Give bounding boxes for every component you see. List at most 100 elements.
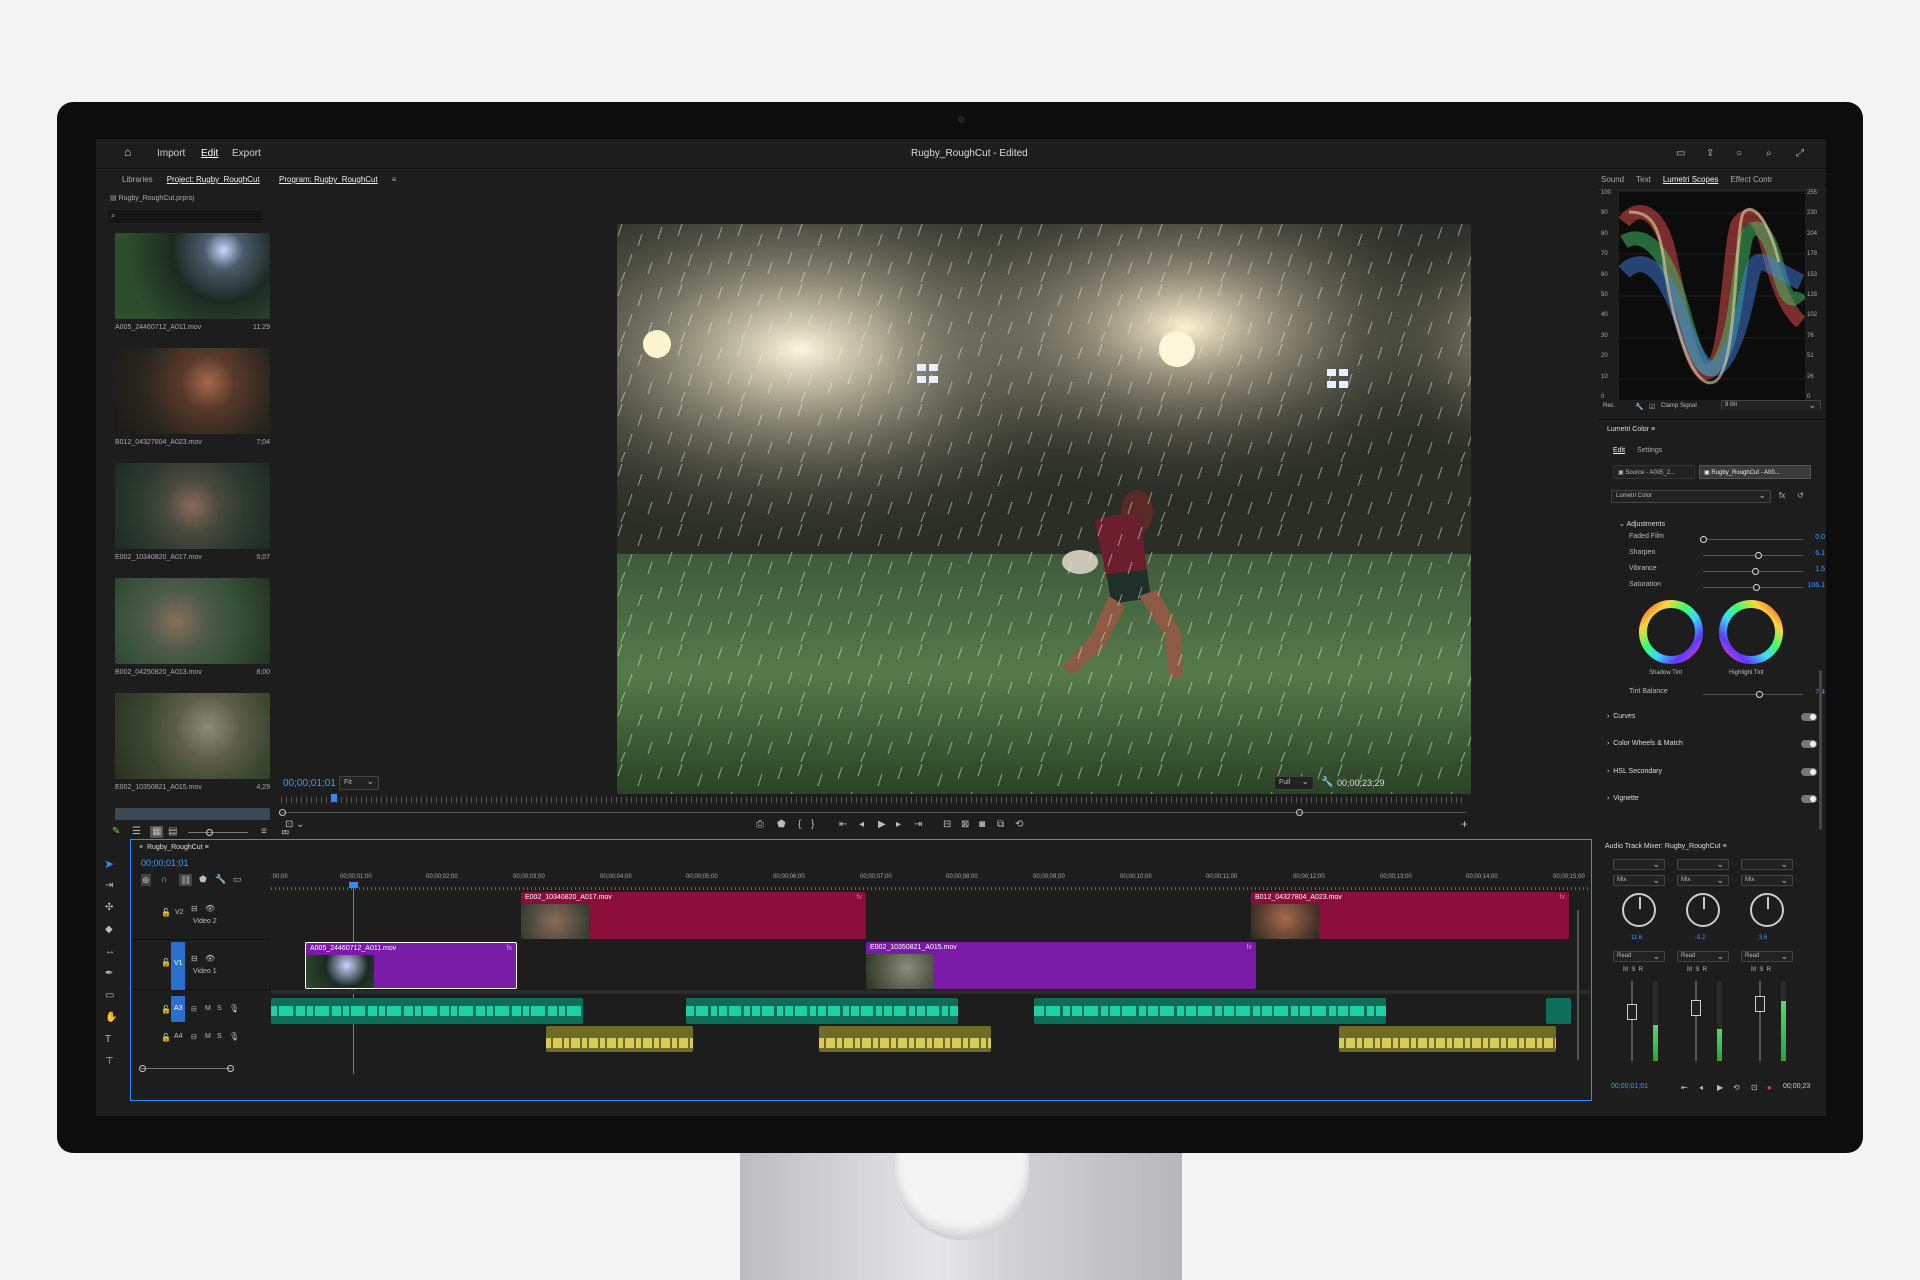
clip-item[interactable]: A005_24460712_A011.mov 11;29 xyxy=(115,324,270,331)
effect-dropdown[interactable]: Lumetri Color xyxy=(1611,490,1771,503)
settings-wrench-icon[interactable]: 🔧 xyxy=(1321,778,1333,788)
section-toggle[interactable] xyxy=(1801,768,1817,776)
clip-thumbnail[interactable] xyxy=(115,463,270,549)
mark-in-icon[interactable]: { xyxy=(798,820,801,830)
section-toggle[interactable] xyxy=(1801,713,1817,721)
share-icon[interactable]: ⇪ xyxy=(1706,149,1714,159)
pen-tool-icon[interactable]: ✒ xyxy=(105,969,113,979)
lumetri-tab-settings[interactable]: Settings xyxy=(1637,447,1662,454)
go-to-in-icon[interactable]: ⇤ xyxy=(1681,1083,1688,1093)
sync-lock-icon[interactable]: ⊟ xyxy=(191,1005,197,1015)
program-scroll[interactable] xyxy=(281,812,1466,813)
loop-icon[interactable]: ⟲ xyxy=(1015,820,1023,830)
audio-clip[interactable] xyxy=(1339,1026,1556,1052)
lock-icon[interactable]: 🔓 xyxy=(161,958,171,968)
record-icon[interactable]: ⊡ xyxy=(1751,1083,1758,1093)
eye-icon[interactable]: 👁 xyxy=(205,954,215,964)
mute-button[interactable]: M xyxy=(1751,967,1756,973)
add-marker-icon[interactable]: ⬟ xyxy=(199,874,207,884)
mic-icon[interactable]: 🎙 xyxy=(229,1004,239,1014)
section-vignette[interactable]: › Vignette xyxy=(1607,795,1817,803)
go-to-in-icon[interactable]: ⇤ xyxy=(839,820,847,830)
icon-view-icon[interactable]: ▦ xyxy=(150,826,164,838)
mix-dropdown[interactable]: Mix xyxy=(1613,875,1665,886)
tint-balance-slider[interactable]: Tint Balance7.4 xyxy=(1629,688,1825,702)
adjustments-header[interactable]: ⌄ Adjustments xyxy=(1619,520,1665,528)
mute-button[interactable]: M xyxy=(205,1005,211,1012)
lumetri-tab-edit[interactable]: Edit xyxy=(1613,447,1625,454)
quick-search-icon[interactable]: ⌕ xyxy=(1766,149,1772,159)
section-toggle[interactable] xyxy=(1801,740,1817,748)
nav-edit[interactable]: Edit xyxy=(201,148,218,159)
program-ruler[interactable] xyxy=(281,797,1466,803)
lock-icon[interactable]: 🔓 xyxy=(161,1005,171,1015)
slider-knob[interactable] xyxy=(1752,568,1759,575)
pan-knob[interactable] xyxy=(1622,893,1656,927)
track-select-icon[interactable]: ⇥ xyxy=(105,881,113,891)
msr-buttons[interactable]: M S R xyxy=(1687,967,1707,973)
audio-clip[interactable] xyxy=(546,1026,693,1052)
clip-thumbnail[interactable] xyxy=(115,578,270,664)
clip-item[interactable]: B002_04250820_A013.mov 8;00 xyxy=(115,669,270,676)
timeline-clip[interactable]: E002_10350821_A015.mov fx xyxy=(866,942,1256,989)
tab-text[interactable]: Text xyxy=(1636,175,1651,184)
volume-fader-handle[interactable] xyxy=(1627,1004,1637,1020)
mute-button[interactable]: M xyxy=(1623,967,1628,973)
marker-icon[interactable]: ⬟ xyxy=(777,820,786,830)
linked-selection-icon[interactable]: ⛓ xyxy=(179,874,193,886)
snap-icon[interactable]: ∩ xyxy=(161,874,167,884)
mute-button[interactable]: M xyxy=(1687,967,1692,973)
step-back-icon[interactable]: ◂ xyxy=(859,820,864,830)
slider-value[interactable]: 106.1 xyxy=(1807,582,1825,589)
slider-track[interactable] xyxy=(1703,555,1803,556)
tab-libraries-label[interactable]: Libraries xyxy=(104,175,153,185)
audio-clip[interactable] xyxy=(1034,998,1386,1024)
fit-dropdown[interactable]: Fit xyxy=(339,776,379,790)
program-menu-icon[interactable]: ≡ xyxy=(392,175,397,185)
solo-button[interactable]: S xyxy=(1631,967,1635,973)
timeline-ruler[interactable]: :00;00 00;00;01;00 00;00;02;00 00;00;03;00 0… xyxy=(271,874,1591,884)
clip-thumbnail[interactable] xyxy=(115,348,270,434)
record-button[interactable]: R xyxy=(1703,967,1707,973)
go-to-out-icon[interactable]: ⇥ xyxy=(914,820,922,830)
highlight-tint-wheel[interactable] xyxy=(1717,598,1785,666)
safe-margins-icon[interactable]: ⊡ ⌄ xyxy=(285,820,305,830)
audio-clip[interactable] xyxy=(819,1026,991,1052)
home-icon[interactable]: ⌂ xyxy=(124,145,131,159)
program-timecode[interactable]: 00;00;01;01 xyxy=(283,778,336,789)
zoom-start-handle[interactable] xyxy=(139,1065,146,1072)
checkbox-checked-icon[interactable]: ☑ xyxy=(1649,403,1655,410)
slider-knob[interactable] xyxy=(1756,691,1763,698)
fx-icon[interactable]: fx xyxy=(1779,491,1785,501)
audio-clip[interactable] xyxy=(1546,998,1571,1024)
pan-value[interactable]: -9.2 xyxy=(1695,935,1705,941)
adjustment-slider-row[interactable]: Saturation 106.1 xyxy=(1629,581,1825,595)
section-curves[interactable]: › Curves xyxy=(1607,713,1817,721)
nav-import[interactable]: Import xyxy=(157,148,185,159)
slider-knob[interactable] xyxy=(1753,584,1760,591)
timeline-vscroll[interactable] xyxy=(1577,910,1579,1060)
section-color-wheels[interactable]: › Color Wheels & Match xyxy=(1607,740,1817,748)
automation-dropdown[interactable]: Read xyxy=(1613,951,1665,962)
section-toggle[interactable] xyxy=(1801,795,1817,803)
lock-icon[interactable]: 🔓 xyxy=(161,1033,171,1043)
mark-out-icon[interactable]: } xyxy=(811,820,814,830)
razor-icon[interactable]: ◆ xyxy=(105,925,113,935)
pan-knob[interactable] xyxy=(1750,893,1784,927)
freeform-view-icon[interactable]: ▤ xyxy=(168,827,177,837)
clip-thumbnail[interactable] xyxy=(115,693,270,779)
step-forward-icon[interactable]: ▸ xyxy=(896,820,901,830)
solo-button[interactable]: S xyxy=(1759,967,1763,973)
mix-dropdown[interactable]: Mix xyxy=(1677,875,1729,886)
sync-lock-icon[interactable]: ⊟ xyxy=(191,954,198,964)
audio-clip[interactable] xyxy=(686,998,958,1024)
slider-knob[interactable] xyxy=(1755,552,1762,559)
input-dropdown[interactable] xyxy=(1613,859,1665,870)
reset-icon[interactable]: ↺ xyxy=(1797,491,1804,501)
captions-icon[interactable]: ▭ xyxy=(233,874,242,884)
type-tool-icon[interactable]: T xyxy=(105,1035,111,1045)
playhead-handle[interactable] xyxy=(349,882,358,888)
volume-fader-track[interactable] xyxy=(1631,981,1633,1061)
eye-icon[interactable]: 👁 xyxy=(205,904,215,914)
sync-lock-icon[interactable]: ⊟ xyxy=(191,1033,197,1043)
